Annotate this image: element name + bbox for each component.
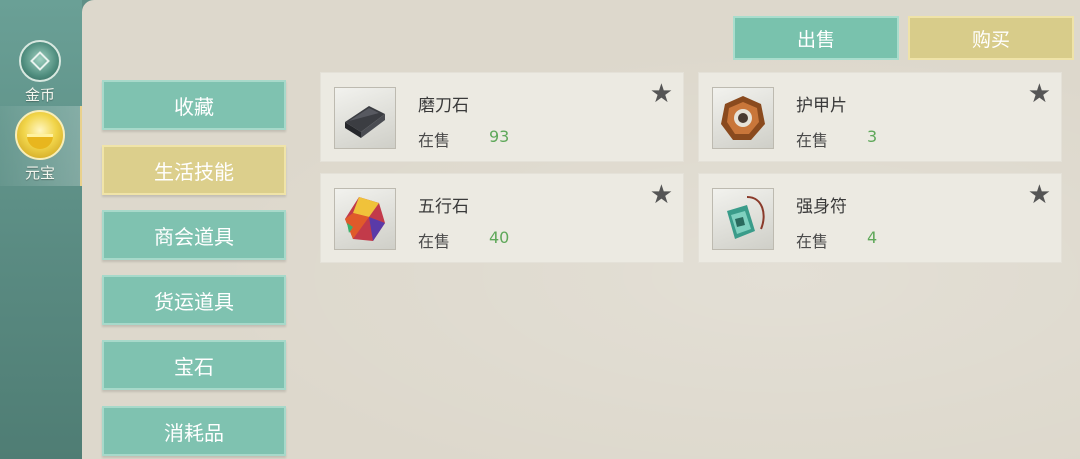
currency-tab-yuanbao[interactable]: 元宝 <box>0 106 83 186</box>
item-name: 护甲片 <box>796 96 847 116</box>
on-sale-label: 在售 <box>418 131 451 150</box>
on-sale-label: 在售 <box>796 232 829 251</box>
category-freight-items[interactable]: 货运道具 <box>102 275 286 325</box>
sell-button[interactable]: 出售 <box>733 16 899 60</box>
on-sale-count: 4 <box>867 228 878 247</box>
armor-plate-icon <box>712 87 774 149</box>
item-card[interactable]: 五行石 在售 40 ★ <box>320 173 684 263</box>
favorite-star-icon[interactable]: ★ <box>650 182 673 208</box>
category-gems[interactable]: 宝石 <box>102 340 286 390</box>
on-sale-count: 40 <box>489 228 510 247</box>
item-name: 磨刀石 <box>418 96 469 116</box>
favorite-star-icon[interactable]: ★ <box>1028 182 1051 208</box>
currency-tab-label: 金币 <box>24 86 55 104</box>
coin-icon <box>19 40 61 82</box>
five-element-stone-icon <box>334 188 396 250</box>
category-consumables[interactable]: 消耗品 <box>102 406 286 456</box>
whetstone-icon <box>334 87 396 149</box>
currency-tab-gold-coin[interactable]: 金币 <box>0 30 80 110</box>
buy-button[interactable]: 购买 <box>908 16 1074 60</box>
on-sale-label: 在售 <box>418 232 451 251</box>
on-sale-count: 93 <box>489 127 510 146</box>
favorite-star-icon[interactable]: ★ <box>1028 81 1051 107</box>
currency-rail: 金币 元宝 <box>0 0 83 459</box>
item-name: 五行石 <box>418 197 469 217</box>
favorite-star-icon[interactable]: ★ <box>650 81 673 107</box>
gold-ingot-icon <box>15 110 65 160</box>
on-sale-count: 3 <box>867 127 878 146</box>
on-sale-label: 在售 <box>796 131 829 150</box>
strength-talisman-icon <box>712 188 774 250</box>
currency-tab-label: 元宝 <box>24 164 55 182</box>
item-card[interactable]: 磨刀石 在售 93 ★ <box>320 72 684 162</box>
category-guild-items[interactable]: 商会道具 <box>102 210 286 260</box>
item-name: 强身符 <box>796 197 847 217</box>
item-card[interactable]: 护甲片 在售 3 ★ <box>698 72 1062 162</box>
item-card[interactable]: 强身符 在售 4 ★ <box>698 173 1062 263</box>
category-favorites[interactable]: 收藏 <box>102 80 286 130</box>
category-life-skills[interactable]: 生活技能 <box>102 145 286 195</box>
